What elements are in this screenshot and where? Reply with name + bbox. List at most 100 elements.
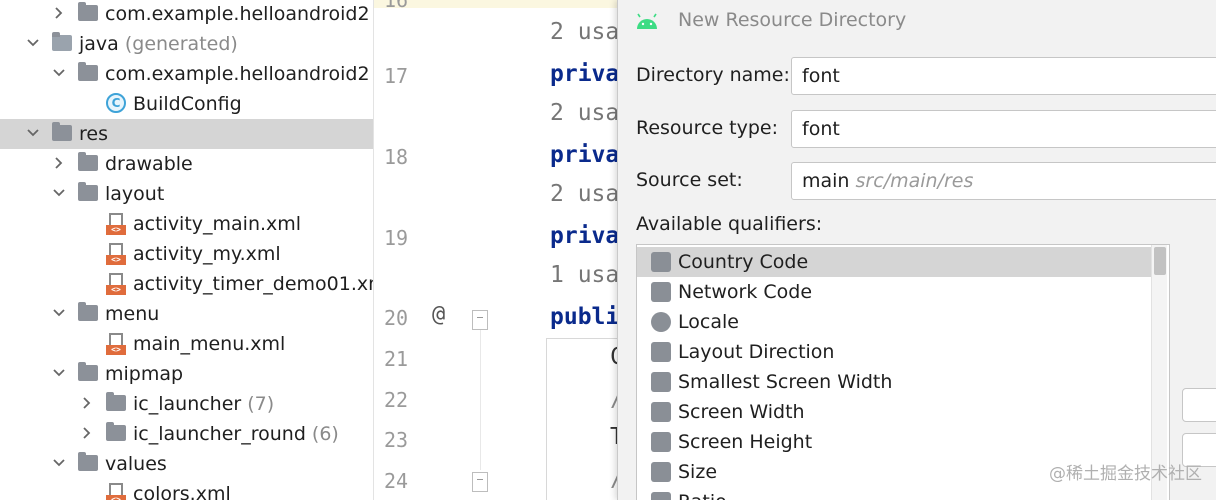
tree-item[interactable]: com.example.helloandroid2 (te: [0, 0, 373, 29]
tree-item[interactable]: drawable: [0, 149, 373, 179]
source-set-label: Source set:: [636, 169, 743, 191]
chevron-down-icon[interactable]: [22, 122, 44, 144]
xml-file-icon: <>: [106, 243, 128, 265]
tree-item-name: main_menu.xml: [133, 333, 286, 355]
chevron-down-icon[interactable]: [48, 182, 70, 204]
line-number: 19: [384, 226, 409, 250]
qualifier-item[interactable]: Screen Height: [637, 427, 1151, 457]
qualifier-label: Smallest Screen Width: [678, 371, 893, 393]
folder-icon: [78, 362, 100, 385]
line-number: 22: [384, 388, 409, 412]
tree-item-name: com.example.helloandroid2: [105, 63, 370, 85]
tree-item[interactable]: <> colors.xml: [0, 479, 373, 500]
tree-item[interactable]: layout: [0, 179, 373, 209]
tree-item[interactable]: <> activity_main.xml: [0, 209, 373, 239]
tree-item[interactable]: C BuildConfig: [0, 89, 373, 119]
fold-guide: [480, 330, 481, 470]
dialog-title-bar: New Resource Directory: [618, 0, 1216, 44]
code-fragment[interactable]: publi: [550, 304, 619, 330]
tree-item-label: colors.xml: [133, 482, 231, 500]
project-tree: com.example.helloandroid2 (te java (gener…: [0, 0, 374, 500]
tree-item-name: activity_timer_demo01.xml: [133, 273, 374, 295]
tree-item-label: main_menu.xml: [133, 332, 285, 356]
xml-file-icon: <>: [106, 273, 128, 295]
tree-item-suffix: (7): [241, 393, 275, 415]
source-set-path-hint: src/main/res: [855, 170, 974, 192]
tree-item[interactable]: mipmap: [0, 359, 373, 389]
java-generated-folder-icon: [52, 32, 74, 55]
method-body-guide: [546, 338, 626, 500]
qualifier-label: Locale: [678, 311, 739, 333]
qualifier-label: Screen Height: [678, 431, 813, 453]
chevron-down-icon[interactable]: [48, 362, 70, 384]
qualifier-item[interactable]: Screen Width: [637, 397, 1151, 427]
tree-item-label: java (generated): [79, 32, 238, 56]
class-icon: C: [106, 93, 128, 115]
qualifier-item[interactable]: Smallest Screen Width: [637, 367, 1151, 397]
chevron-down-icon[interactable]: [48, 452, 70, 474]
ratio-icon: [651, 492, 671, 500]
folder-icon: [78, 302, 100, 325]
folder-icon: [78, 452, 100, 475]
tree-item[interactable]: <> activity_timer_demo01.xml: [0, 269, 374, 299]
tree-item[interactable]: com.example.helloandroid2: [0, 59, 373, 89]
tree-item-name: com.example.helloandroid2: [105, 3, 370, 25]
chevron-right-icon[interactable]: [76, 422, 98, 444]
tree-item-label: BuildConfig: [133, 92, 242, 116]
source-set-select[interactable]: main src/main/res: [791, 162, 1216, 200]
line-number: 17: [384, 64, 409, 88]
line-number: 16: [384, 0, 409, 12]
qualifier-label: Country Code: [678, 251, 809, 273]
tree-item-label: drawable: [105, 152, 193, 176]
fold-marker[interactable]: [472, 310, 488, 330]
tree-item[interactable]: ic_launcher (7): [0, 389, 373, 419]
tree-item-label: com.example.helloandroid2 (te: [105, 2, 373, 26]
xml-file-icon: <>: [106, 213, 128, 235]
country-code-icon: [651, 252, 671, 272]
code-fragment[interactable]: priva: [550, 142, 619, 168]
qualifier-item[interactable]: Ratio: [637, 487, 1151, 500]
directory-name-field[interactable]: font: [791, 57, 1216, 95]
tree-item-label: ic_launcher (7): [133, 392, 274, 416]
chevron-right-icon[interactable]: [48, 152, 70, 174]
tree-item-name: java: [79, 33, 119, 55]
tree-item[interactable]: <> main_menu.xml: [0, 329, 373, 359]
qualifier-label: Screen Width: [678, 401, 805, 423]
fold-marker[interactable]: [472, 472, 488, 492]
xml-file-icon: <>: [106, 483, 128, 500]
tree-item-label: layout: [105, 182, 164, 206]
tree-item[interactable]: ic_launcher_round (6): [0, 419, 373, 449]
qualifier-label: Ratio: [678, 490, 727, 500]
res-folder-icon: [52, 122, 74, 145]
qualifier-item[interactable]: Country Code: [637, 247, 1151, 277]
chevron-down-icon[interactable]: [48, 302, 70, 324]
qualifier-item[interactable]: Network Code: [637, 277, 1151, 307]
smallest-width-icon: [651, 372, 671, 392]
resource-type-select[interactable]: font: [791, 110, 1216, 148]
tree-item[interactable]: values: [0, 449, 373, 479]
qualifier-item[interactable]: Layout Direction: [637, 337, 1151, 367]
tree-item[interactable]: menu: [0, 299, 373, 329]
package-folder-icon: [78, 2, 100, 25]
tree-item[interactable]: <> activity_my.xml: [0, 239, 373, 269]
tree-item-name: ic_launcher: [133, 393, 242, 415]
tree-item-name: BuildConfig: [133, 93, 242, 115]
code-fragment[interactable]: priva: [550, 223, 619, 249]
chevron-down-icon[interactable]: [22, 32, 44, 54]
chevron-right-icon[interactable]: [76, 392, 98, 414]
tree-item-label: mipmap: [105, 362, 183, 386]
add-qualifier-button[interactable]: [1182, 388, 1216, 422]
code-fragment[interactable]: priva: [550, 61, 619, 87]
chevron-right-icon[interactable]: [48, 2, 70, 24]
folder-icon: [78, 182, 100, 205]
folder-icon: [106, 422, 128, 445]
tree-item[interactable]: res: [0, 119, 373, 149]
package-folder-icon: [78, 62, 100, 85]
tree-item[interactable]: java (generated): [0, 29, 373, 59]
qualifiers-scrollbar-thumb[interactable]: [1154, 247, 1166, 275]
override-gutter-icon[interactable]: @: [432, 302, 445, 327]
qualifier-item[interactable]: Locale: [637, 307, 1151, 337]
resource-type-value: font: [802, 118, 840, 140]
chevron-down-icon[interactable]: [48, 62, 70, 84]
tree-item-label: activity_main.xml: [133, 212, 301, 236]
